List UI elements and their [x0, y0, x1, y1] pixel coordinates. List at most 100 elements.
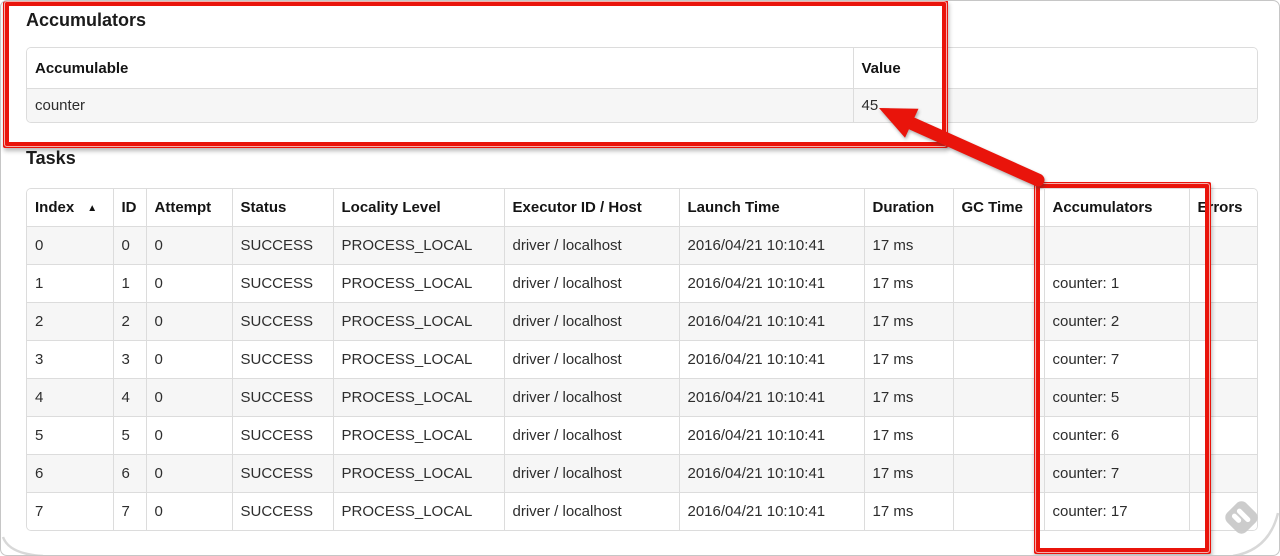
table-row: counter 45 — [27, 88, 1257, 122]
cell: 5 — [27, 416, 113, 455]
column-header-executor-id-host[interactable]: Executor ID / Host — [503, 189, 679, 227]
column-header-launch-time[interactable]: Launch Time — [678, 189, 864, 227]
cell: driver / localhost — [503, 340, 679, 379]
column-header-locality-level[interactable]: Locality Level — [332, 189, 504, 227]
cell: counter: 6 — [1043, 416, 1189, 455]
cell: 17 ms — [863, 492, 953, 530]
cell: PROCESS_LOCAL — [332, 226, 504, 265]
cell — [1043, 226, 1189, 265]
cell: 2016/04/21 10:10:41 — [678, 226, 864, 265]
cell: 17 ms — [863, 416, 953, 455]
column-header-status[interactable]: Status — [231, 189, 333, 227]
cell: PROCESS_LOCAL — [332, 492, 504, 530]
cell: counter: 7 — [1043, 454, 1189, 493]
cell: 2016/04/21 10:10:41 — [678, 378, 864, 417]
cell: 2016/04/21 10:10:41 — [678, 302, 864, 341]
cell: 7 — [27, 492, 113, 530]
cell: PROCESS_LOCAL — [332, 264, 504, 303]
cell: 7 — [112, 492, 146, 530]
column-header-gc-time[interactable]: GC Time — [952, 189, 1044, 227]
cell — [1188, 226, 1257, 265]
cell: 3 — [112, 340, 146, 379]
cell: driver / localhost — [503, 492, 679, 530]
column-header-errors[interactable]: Errors — [1188, 189, 1257, 227]
cell: driver / localhost — [503, 454, 679, 493]
cell — [952, 416, 1044, 455]
cell: 17 ms — [863, 378, 953, 417]
column-header-duration[interactable]: Duration — [863, 189, 953, 227]
cell: 17 ms — [863, 226, 953, 265]
cell: 4 — [112, 378, 146, 417]
cell: 17 ms — [863, 340, 953, 379]
cell: SUCCESS — [231, 454, 333, 493]
tasks-section-title: Tasks — [26, 148, 76, 168]
cell: 1 — [27, 264, 113, 303]
cell: 17 ms — [863, 302, 953, 341]
column-header-accumulable[interactable]: Accumulable — [27, 48, 853, 89]
cell: driver / localhost — [503, 416, 679, 455]
cell: 2016/04/21 10:10:41 — [678, 454, 864, 493]
cell: SUCCESS — [231, 340, 333, 379]
accumulators-table-header-row: Accumulable Value — [27, 48, 1257, 89]
column-header-attempt[interactable]: Attempt — [145, 189, 232, 227]
cell: 6 — [27, 454, 113, 493]
cell: counter: 2 — [1043, 302, 1189, 341]
cell: 45 — [852, 88, 1257, 122]
cell: 0 — [145, 416, 232, 455]
cell: counter: 5 — [1043, 378, 1189, 417]
cell: SUCCESS — [231, 264, 333, 303]
cell: SUCCESS — [231, 416, 333, 455]
cell: 2 — [112, 302, 146, 341]
accumulators-table: Accumulable Value counter 45 — [26, 47, 1258, 123]
cell: counter — [27, 88, 853, 122]
cell: PROCESS_LOCAL — [332, 340, 504, 379]
cell — [952, 264, 1044, 303]
cell: PROCESS_LOCAL — [332, 454, 504, 493]
cell: 17 ms — [863, 264, 953, 303]
cell: 6 — [112, 454, 146, 493]
cell — [1188, 340, 1257, 379]
table-row: 4 4 0 SUCCESS PROCESS_LOCAL driver / localhos… — [27, 378, 1257, 417]
column-header-accumulators[interactable]: Accumulators — [1043, 189, 1189, 227]
table-row: 1 1 0 SUCCESS PROCESS_LOCAL driver / localhos… — [27, 264, 1257, 303]
cell — [952, 378, 1044, 417]
cell — [952, 492, 1044, 530]
cell: SUCCESS — [231, 226, 333, 265]
cell: 17 ms — [863, 454, 953, 493]
cell: counter: 1 — [1043, 264, 1189, 303]
cell: counter: 7 — [1043, 340, 1189, 379]
cell: 2016/04/21 10:10:41 — [678, 416, 864, 455]
accumulators-section-title: Accumulators — [26, 10, 147, 30]
cell: 0 — [145, 454, 232, 493]
cell: 5 — [112, 416, 146, 455]
cell — [1188, 264, 1257, 303]
tasks-table: Index ▲ ID Attempt Status Locality Level Execu… — [26, 188, 1258, 531]
cell — [952, 226, 1044, 265]
cell — [952, 454, 1044, 493]
cell: PROCESS_LOCAL — [332, 416, 504, 455]
cell: 2 — [27, 302, 113, 341]
cell: 2016/04/21 10:10:41 — [678, 340, 864, 379]
column-header-value[interactable]: Value — [852, 48, 1257, 89]
column-header-index[interactable]: Index ▲ — [27, 189, 113, 227]
cell: SUCCESS — [231, 302, 333, 341]
cell — [952, 340, 1044, 379]
table-row: 2 2 0 SUCCESS PROCESS_LOCAL driver / localhos… — [27, 302, 1257, 341]
sort-ascending-icon: ▲ — [87, 203, 98, 214]
table-row: 5 5 0 SUCCESS PROCESS_LOCAL driver / localhos… — [27, 416, 1257, 455]
cell — [1188, 454, 1257, 493]
cell: PROCESS_LOCAL — [332, 302, 504, 341]
cell: 2016/04/21 10:10:41 — [678, 264, 864, 303]
tasks-table-header-row: Index ▲ ID Attempt Status Locality Level Execu… — [27, 189, 1257, 227]
cell: SUCCESS — [231, 492, 333, 530]
cell: SUCCESS — [231, 378, 333, 417]
table-row: 0 0 0 SUCCESS PROCESS_LOCAL driver / localhos… — [27, 226, 1257, 265]
table-row: 6 6 0 SUCCESS PROCESS_LOCAL driver / localhos… — [27, 454, 1257, 493]
cell: 3 — [27, 340, 113, 379]
cell — [1188, 302, 1257, 341]
table-row: 3 3 0 SUCCESS PROCESS_LOCAL driver / localhos… — [27, 340, 1257, 379]
cell: 4 — [27, 378, 113, 417]
column-header-id[interactable]: ID — [112, 189, 146, 227]
cell: driver / localhost — [503, 302, 679, 341]
spark-stage-page: Accumulators Accumulable Value counter 45 … — [0, 0, 1280, 556]
